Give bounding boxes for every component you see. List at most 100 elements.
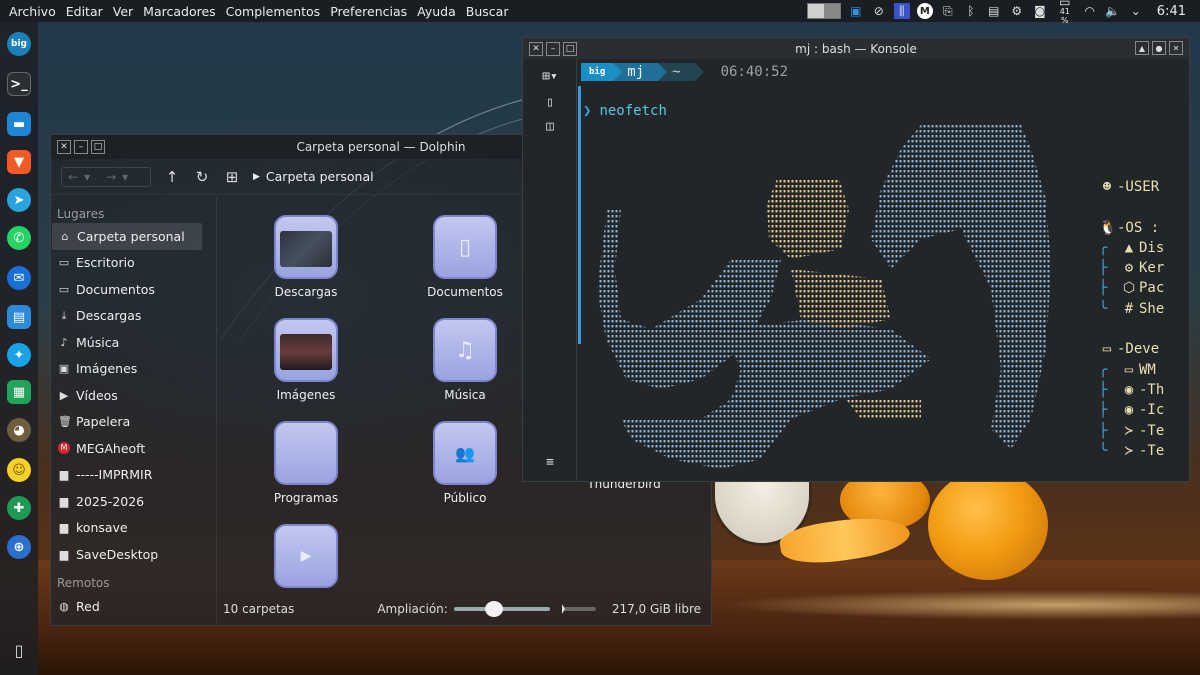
terminal-area[interactable]: big mj ~ 06:40:52 ❯ neofetch ☻ -USER 🐧 -… bbox=[581, 59, 1189, 481]
pager-icon[interactable] bbox=[806, 3, 841, 19]
panel-clock[interactable]: 6:41 bbox=[1157, 4, 1186, 19]
add-place-icon[interactable]: ⊞ bbox=[223, 168, 241, 186]
folder-label: Música bbox=[444, 388, 486, 402]
menu-marcadores[interactable]: Marcadores bbox=[138, 4, 221, 19]
sidebar-item-imágenes[interactable]: ▣ Imágenes bbox=[51, 356, 216, 383]
files-icon[interactable]: ▬ bbox=[7, 112, 31, 136]
mega-icon[interactable]: M bbox=[916, 3, 933, 19]
folder-videos[interactable]: ▶ bbox=[246, 524, 366, 594]
gimp-icon[interactable]: ◕ bbox=[7, 418, 31, 442]
shell-prompt: big mj ~ 06:40:52 bbox=[581, 63, 788, 81]
sidebar-item-megaheoft[interactable]: M MEGAheoft bbox=[51, 435, 216, 462]
zoom-slider-knob[interactable] bbox=[485, 601, 503, 617]
keep-above-icon[interactable]: ▲ bbox=[1135, 41, 1149, 55]
prompt-time: 06:40:52 bbox=[720, 64, 788, 80]
folder-programas[interactable]: Programas bbox=[246, 421, 366, 505]
biglinux-icon[interactable]: big bbox=[7, 32, 31, 56]
sidebar-item-2025-2026[interactable]: ▆ 2025-2026 bbox=[51, 488, 216, 515]
notes-icon[interactable]: ▤ bbox=[986, 3, 1002, 19]
menu-complementos[interactable]: Complementos bbox=[221, 4, 326, 19]
sidebar-item-carpeta-personal[interactable]: ⌂ Carpeta personal bbox=[52, 223, 202, 250]
close-icon[interactable]: ✕ bbox=[1169, 41, 1183, 55]
menu-preferencias[interactable]: Preferencias bbox=[325, 4, 412, 19]
konsole-titlebar[interactable]: ✕ – □ mj : bash — Konsole ▲ ● ✕ bbox=[523, 38, 1189, 59]
prompt-user-text: mj bbox=[627, 64, 645, 80]
calc-icon[interactable]: ▦ bbox=[7, 380, 31, 404]
sidebar-item-imprmir[interactable]: ▆ -----IMPRMIR bbox=[51, 462, 216, 489]
sidebar-item-papelera[interactable]: 🗑 Papelera bbox=[51, 409, 216, 436]
kstars-icon[interactable]: ✦ bbox=[7, 343, 31, 367]
thunderbird-icon[interactable]: ✉ bbox=[7, 266, 31, 290]
new-tab-icon[interactable]: ⊞▾ bbox=[539, 69, 561, 87]
chevron-down-icon[interactable]: ⌄ bbox=[1128, 3, 1144, 19]
place-icon: ⌂ bbox=[61, 229, 69, 243]
terminal-icon[interactable]: >_ bbox=[7, 72, 31, 96]
brave-icon[interactable]: ▼ bbox=[7, 150, 31, 174]
telegram-icon[interactable]: ➤ bbox=[7, 188, 31, 212]
folder-documentos[interactable]: ▯ Documentos bbox=[405, 215, 525, 299]
trash-icon[interactable]: ▯ bbox=[7, 638, 31, 662]
breadcrumb-arrow-icon: ▶ bbox=[253, 171, 260, 182]
zoom-slider[interactable] bbox=[453, 601, 550, 617]
tree-branch: ├ bbox=[1099, 260, 1108, 277]
folder-publico[interactable]: 👥 Público bbox=[405, 421, 525, 505]
menu-ver[interactable]: Ver bbox=[108, 4, 138, 19]
left-dock: big >_ ▬ ▼ ➤ ✆ ✉ ▤ ✦ ▦ ◕ ☺ ✚ ⊕ ▯ bbox=[0, 22, 38, 675]
konsole-window: ✕ – □ mj : bash — Konsole ▲ ● ✕ ⊞▾ ▯ ◫ ≡… bbox=[522, 37, 1190, 482]
info-text: -Deve bbox=[1117, 341, 1160, 358]
info-icon: ☻ bbox=[1102, 179, 1112, 195]
gamepad-icon[interactable]: ⊕ bbox=[7, 535, 31, 559]
forward-menu-icon[interactable]: ▾ bbox=[122, 170, 128, 184]
neofetch-info-row: ▭ -Deve bbox=[1099, 339, 1164, 359]
kdeconnect-icon[interactable]: ⊘ bbox=[871, 3, 887, 19]
emoji-icon[interactable]: ☺ bbox=[7, 458, 31, 482]
bluetooth-icon[interactable]: ᛒ bbox=[963, 3, 979, 19]
menu-buscar[interactable]: Buscar bbox=[461, 4, 514, 19]
close-icon[interactable]: ✕ bbox=[57, 140, 71, 154]
folder-musica[interactable]: ♫ Música bbox=[405, 318, 525, 402]
folder-imagenes[interactable]: Imágenes bbox=[246, 318, 366, 402]
whatsapp-icon[interactable]: ✆ bbox=[7, 226, 31, 250]
split-view-icon[interactable]: ◫ bbox=[539, 119, 561, 137]
minimize-icon[interactable]: – bbox=[74, 140, 88, 154]
screenshot-icon[interactable]: ◙ bbox=[1032, 3, 1048, 19]
forward-icon[interactable]: → bbox=[106, 170, 116, 184]
zoom-control: Ampliación: bbox=[377, 601, 596, 617]
tree-branch: ├ bbox=[1099, 402, 1108, 419]
writer-icon[interactable]: ▤ bbox=[7, 305, 31, 329]
wifi-icon[interactable]: ◠ bbox=[1082, 3, 1098, 19]
settings-icon[interactable]: ⚙ bbox=[1009, 3, 1025, 19]
menu-ayuda[interactable]: Ayuda bbox=[412, 4, 461, 19]
sidebar-item-escritorio[interactable]: ▭ Escritorio bbox=[51, 250, 216, 277]
window-icon[interactable]: ▣ bbox=[848, 3, 864, 19]
back-menu-icon[interactable]: ▾ bbox=[84, 170, 90, 184]
tools-icon[interactable]: ✚ bbox=[7, 496, 31, 520]
clipboard-icon[interactable]: ⎘ bbox=[940, 3, 956, 19]
hamburger-menu-icon[interactable]: ≡ bbox=[539, 455, 561, 473]
sidebar-item-savedesktop[interactable]: ▆ SaveDesktop bbox=[51, 541, 216, 568]
copy-icon[interactable]: ▯ bbox=[539, 95, 561, 113]
battery-icon[interactable]: ▭ 41 % bbox=[1055, 0, 1075, 25]
sidebar-item-vídeos[interactable]: ▶ Vídeos bbox=[51, 382, 216, 409]
tree-branch: ╭ bbox=[1099, 361, 1108, 378]
maximize-icon[interactable]: □ bbox=[91, 140, 105, 154]
equalizer-icon[interactable]: ⫼ bbox=[893, 3, 910, 19]
menu-archivo[interactable]: Archivo bbox=[4, 4, 61, 19]
prompt-logo-text: big bbox=[589, 67, 606, 77]
folder-descargas[interactable]: Descargas bbox=[246, 215, 366, 299]
sidebar-item-descargas[interactable]: ⤓ Descargas bbox=[51, 303, 216, 330]
sidebar-item-konsave[interactable]: ▆ konsave bbox=[51, 515, 216, 542]
breadcrumb[interactable]: ▶ Carpeta personal bbox=[253, 169, 374, 184]
volume-icon[interactable]: 🔈 bbox=[1105, 3, 1121, 19]
info-icon: ◉ bbox=[1124, 402, 1134, 419]
pin-icon[interactable]: ● bbox=[1152, 41, 1166, 55]
sidebar-item-música[interactable]: ♪ Música bbox=[51, 329, 216, 356]
back-icon[interactable]: ← bbox=[68, 170, 78, 184]
sidebar-item-red[interactable]: ◍ Red bbox=[51, 594, 216, 621]
breadcrumb-home[interactable]: Carpeta personal bbox=[266, 169, 374, 184]
up-arrow-icon[interactable]: ↑ bbox=[163, 168, 181, 186]
sidebar-item-documentos[interactable]: ▭ Documentos bbox=[51, 276, 216, 303]
menu-editar[interactable]: Editar bbox=[61, 4, 108, 19]
sidebar-item-label: konsave bbox=[76, 520, 128, 536]
reload-icon[interactable]: ↻ bbox=[193, 168, 211, 186]
